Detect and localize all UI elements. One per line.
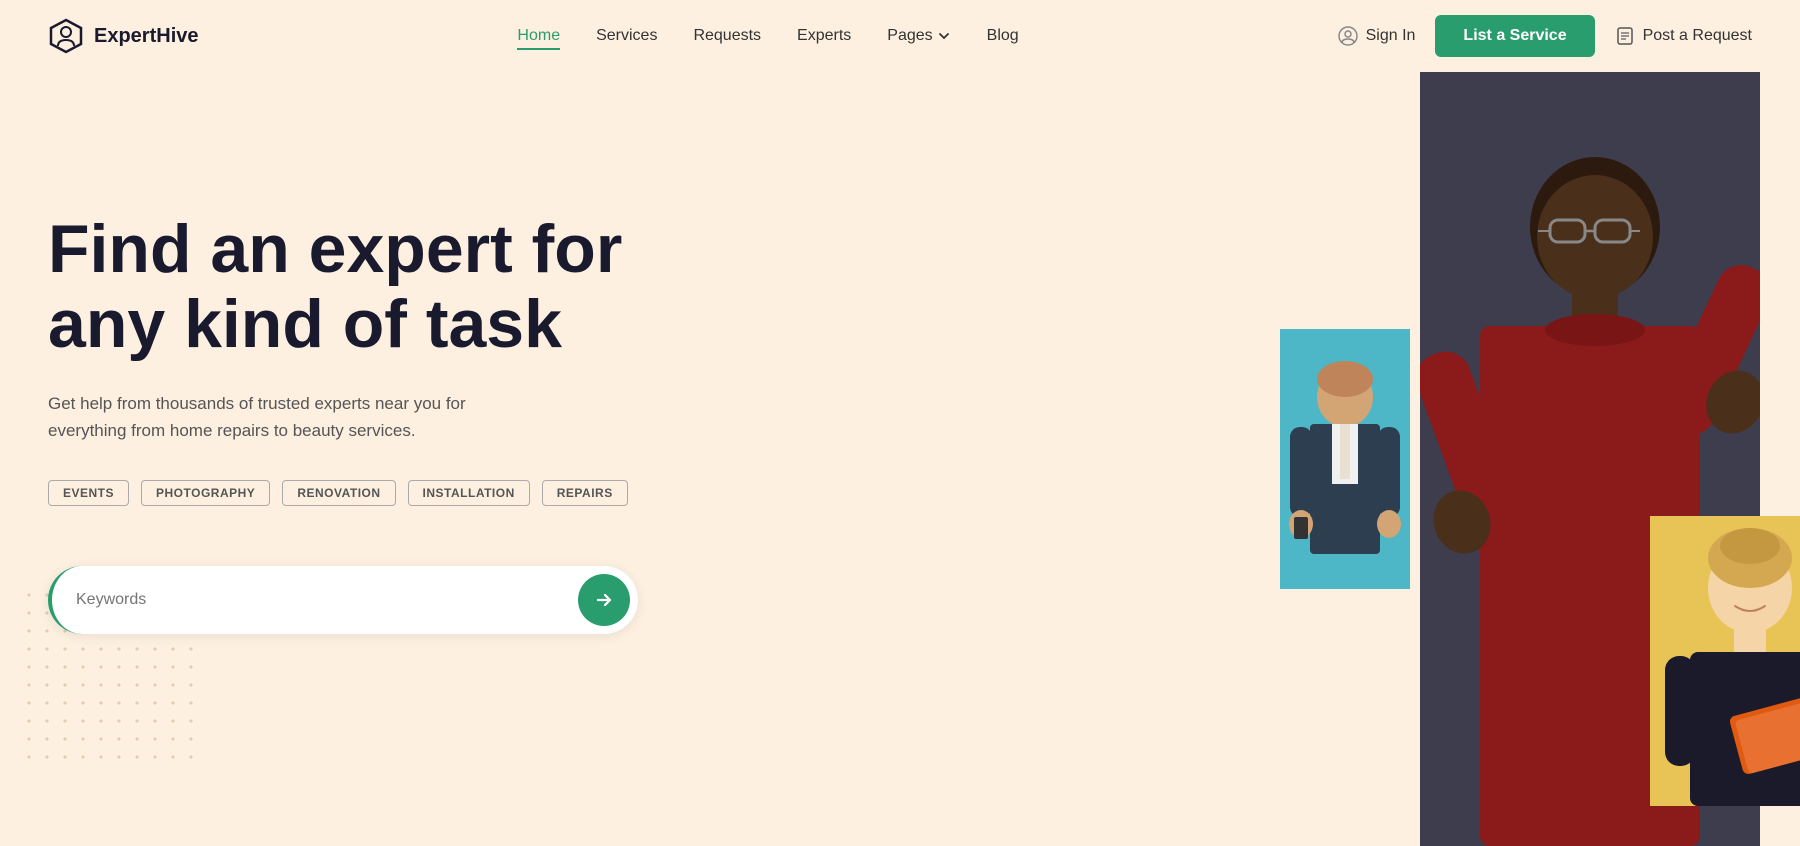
nav-item-blog[interactable]: Blog <box>987 27 1019 45</box>
hero-tags: EVENTS PHOTOGRAPHY RENOVATION INSTALLATI… <box>48 480 728 506</box>
nav-item-pages[interactable]: Pages <box>887 27 950 45</box>
sign-in-icon <box>1338 26 1358 46</box>
tag-events[interactable]: EVENTS <box>48 480 129 506</box>
sign-in-button[interactable]: Sign In <box>1338 26 1416 46</box>
navigation: ExpertHive Home Services Requests Expert… <box>0 0 1800 72</box>
logo-icon <box>48 18 84 54</box>
chevron-down-icon <box>937 29 951 43</box>
logo-text: ExpertHive <box>94 25 199 48</box>
sign-in-label: Sign In <box>1366 27 1416 45</box>
search-bar <box>48 566 638 634</box>
person-suit-illustration <box>1280 329 1410 589</box>
hero-content: Find an expert for any kind of task Get … <box>48 132 728 634</box>
tag-installation[interactable]: INSTALLATION <box>408 480 530 506</box>
tag-renovation[interactable]: RENOVATION <box>282 480 395 506</box>
hero-images <box>1280 72 1800 846</box>
nav-item-experts[interactable]: Experts <box>797 27 851 45</box>
hero-section: Find an expert for any kind of task Get … <box>0 72 1800 846</box>
arrow-right-icon <box>593 589 615 611</box>
person-yellow-illustration <box>1650 516 1800 806</box>
nav-link-blog[interactable]: Blog <box>987 27 1019 44</box>
post-request-button[interactable]: Post a Request <box>1615 26 1752 46</box>
nav-item-requests[interactable]: Requests <box>693 27 761 45</box>
nav-links: Home Services Requests Experts Pages Blo… <box>517 27 1018 45</box>
nav-actions: Sign In List a Service Post a Request <box>1338 15 1752 57</box>
search-button[interactable] <box>578 574 630 626</box>
expert-image-right <box>1650 516 1800 806</box>
hero-title: Find an expert for any kind of task <box>48 212 728 362</box>
nav-link-requests[interactable]: Requests <box>693 27 761 44</box>
nav-link-services[interactable]: Services <box>596 27 657 44</box>
search-input[interactable] <box>76 591 578 609</box>
tag-repairs[interactable]: REPAIRS <box>542 480 628 506</box>
document-icon <box>1615 26 1635 46</box>
tag-photography[interactable]: PHOTOGRAPHY <box>141 480 270 506</box>
logo[interactable]: ExpertHive <box>48 18 199 54</box>
nav-item-services[interactable]: Services <box>596 27 657 45</box>
nav-link-home[interactable]: Home <box>517 27 560 50</box>
nav-link-experts[interactable]: Experts <box>797 27 851 44</box>
list-service-button[interactable]: List a Service <box>1435 15 1594 57</box>
post-request-label: Post a Request <box>1643 27 1752 45</box>
expert-image-left <box>1280 329 1410 589</box>
nav-item-home[interactable]: Home <box>517 27 560 45</box>
hero-subtitle: Get help from thousands of trusted exper… <box>48 390 528 444</box>
nav-link-pages[interactable]: Pages <box>887 27 950 45</box>
